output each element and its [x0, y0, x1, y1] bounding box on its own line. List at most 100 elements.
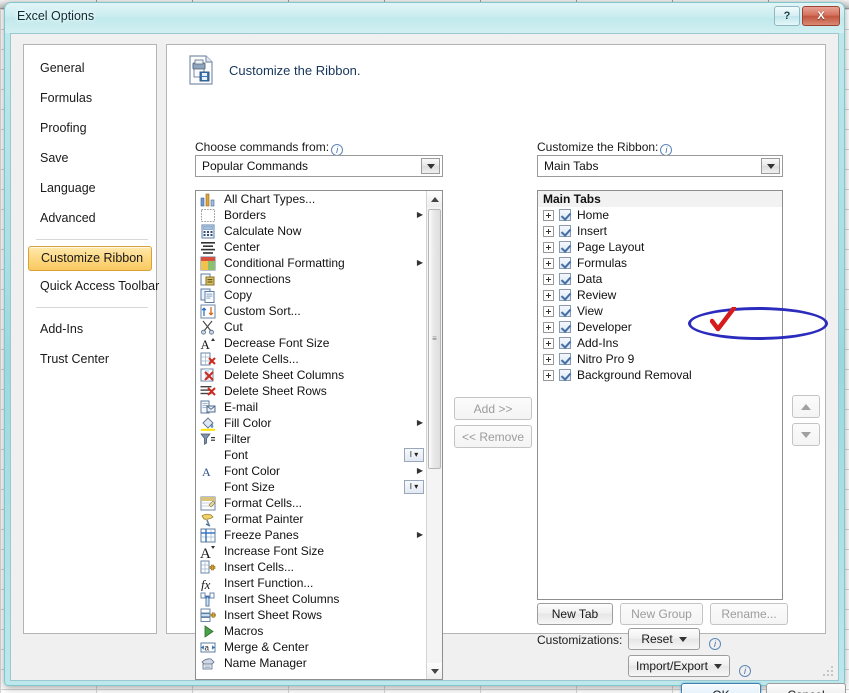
- sidebar-item-general[interactable]: General: [24, 53, 156, 83]
- main-tab-row[interactable]: View: [538, 303, 782, 319]
- scroll-up-button[interactable]: [427, 191, 442, 207]
- main-tab-row[interactable]: Data: [538, 271, 782, 287]
- ok-button[interactable]: OK: [681, 683, 761, 693]
- main-tab-checkbox[interactable]: [559, 209, 571, 221]
- command-list-item[interactable]: Delete Cells...: [196, 351, 426, 367]
- sidebar-item-save[interactable]: Save: [24, 143, 156, 173]
- main-tab-checkbox[interactable]: [559, 337, 571, 349]
- chevron-down-icon-choose-commands[interactable]: [421, 158, 440, 174]
- expand-plus-icon[interactable]: [543, 210, 554, 221]
- submenu-arrow-icon[interactable]: ▶: [414, 463, 426, 479]
- sidebar-item-quick-access-toolbar[interactable]: Quick Access Toolbar: [24, 271, 156, 301]
- command-list-item[interactable]: Filter: [196, 431, 426, 447]
- command-list-item[interactable]: aMerge & Center: [196, 639, 426, 655]
- command-list-item[interactable]: Insert Cells...: [196, 559, 426, 575]
- command-list-item[interactable]: Format Cells...: [196, 495, 426, 511]
- title-bar[interactable]: Excel Options ? X: [5, 3, 844, 33]
- command-list-item[interactable]: All Chart Types...: [196, 191, 426, 207]
- gallery-dropdown-icon[interactable]: I ▾: [404, 480, 424, 494]
- main-tab-row[interactable]: Nitro Pro 9: [538, 351, 782, 367]
- command-list-item[interactable]: AFont Color▶: [196, 463, 426, 479]
- info-icon-reset[interactable]: i: [709, 638, 721, 650]
- main-tab-row[interactable]: Page Layout: [538, 239, 782, 255]
- command-list-item[interactable]: Cut: [196, 319, 426, 335]
- move-down-button[interactable]: [792, 423, 820, 446]
- expand-plus-icon[interactable]: [543, 290, 554, 301]
- expand-plus-icon[interactable]: [543, 258, 554, 269]
- import-export-button[interactable]: Import/Export: [628, 655, 730, 677]
- main-tab-checkbox[interactable]: [559, 369, 571, 381]
- move-up-button[interactable]: [792, 395, 820, 418]
- scroll-down-button[interactable]: [427, 663, 442, 679]
- main-tab-row[interactable]: Background Removal: [538, 367, 782, 383]
- main-tab-checkbox[interactable]: [559, 305, 571, 317]
- command-list-item[interactable]: Macros: [196, 623, 426, 639]
- command-list-item[interactable]: AIncrease Font Size: [196, 543, 426, 559]
- expand-plus-icon[interactable]: [543, 274, 554, 285]
- cancel-button[interactable]: Cancel: [766, 683, 846, 693]
- help-button[interactable]: ?: [774, 6, 800, 26]
- expand-plus-icon[interactable]: [543, 322, 554, 333]
- sidebar-item-formulas[interactable]: Formulas: [24, 83, 156, 113]
- command-list-item[interactable]: FontI ▾: [196, 447, 426, 463]
- command-list-item[interactable]: Fill Color▶: [196, 415, 426, 431]
- info-icon-import-export[interactable]: i: [739, 665, 751, 677]
- main-tab-checkbox[interactable]: [559, 289, 571, 301]
- command-list-item[interactable]: Delete Sheet Rows: [196, 383, 426, 399]
- remove-button[interactable]: << Remove: [454, 425, 532, 448]
- command-list-item[interactable]: Delete Sheet Columns: [196, 367, 426, 383]
- reset-button[interactable]: Reset: [628, 628, 700, 650]
- main-tab-row[interactable]: Formulas: [538, 255, 782, 271]
- expand-plus-icon[interactable]: [543, 354, 554, 365]
- expand-plus-icon[interactable]: [543, 306, 554, 317]
- main-tab-row[interactable]: Add-Ins: [538, 335, 782, 351]
- expand-plus-icon[interactable]: [543, 338, 554, 349]
- main-tab-checkbox[interactable]: [559, 273, 571, 285]
- rename-button[interactable]: Rename...: [710, 603, 788, 625]
- resize-grip[interactable]: [823, 666, 835, 678]
- main-tab-checkbox[interactable]: [559, 241, 571, 253]
- expand-plus-icon[interactable]: [543, 226, 554, 237]
- command-list-item[interactable]: Insert Sheet Rows: [196, 607, 426, 623]
- sidebar-item-add-ins[interactable]: Add-Ins: [24, 314, 156, 344]
- main-tab-row[interactable]: Review: [538, 287, 782, 303]
- main-tab-checkbox[interactable]: [559, 257, 571, 269]
- command-list-item[interactable]: Calculate Now: [196, 223, 426, 239]
- command-list-item[interactable]: Connections: [196, 271, 426, 287]
- submenu-arrow-icon[interactable]: ▶: [414, 415, 426, 431]
- submenu-arrow-icon[interactable]: ▶: [414, 255, 426, 271]
- expand-plus-icon[interactable]: [543, 242, 554, 253]
- command-list-item[interactable]: Custom Sort...: [196, 303, 426, 319]
- sidebar-item-language[interactable]: Language: [24, 173, 156, 203]
- gallery-dropdown-icon[interactable]: I ▾: [404, 448, 424, 462]
- add-button[interactable]: Add >>: [454, 397, 532, 420]
- commands-list-scrollbar[interactable]: ≡: [426, 191, 442, 679]
- submenu-arrow-icon[interactable]: ▶: [414, 527, 426, 543]
- sidebar-item-trust-center[interactable]: Trust Center: [24, 344, 156, 374]
- main-tab-row[interactable]: Home: [538, 207, 782, 223]
- sidebar-item-proofing[interactable]: Proofing: [24, 113, 156, 143]
- new-group-button[interactable]: New Group: [620, 603, 703, 625]
- command-list-item[interactable]: Format Painter: [196, 511, 426, 527]
- main-tab-row[interactable]: Insert: [538, 223, 782, 239]
- command-list-item[interactable]: Name Manager: [196, 655, 426, 671]
- new-tab-button[interactable]: New Tab: [537, 603, 613, 625]
- command-list-item[interactable]: Freeze Panes▶: [196, 527, 426, 543]
- command-list-item[interactable]: ADecrease Font Size: [196, 335, 426, 351]
- close-button[interactable]: X: [802, 6, 840, 26]
- main-tab-checkbox[interactable]: [559, 321, 571, 333]
- main-tabs-treeview[interactable]: Main Tabs HomeInsertPage LayoutFormulasD…: [537, 190, 783, 600]
- command-list-item[interactable]: Center: [196, 239, 426, 255]
- command-list-item[interactable]: Borders▶: [196, 207, 426, 223]
- command-list-item[interactable]: Font SizeI ▾: [196, 479, 426, 495]
- command-list-item[interactable]: E-mail: [196, 399, 426, 415]
- command-list-item[interactable]: Conditional Formatting▶: [196, 255, 426, 271]
- scrollbar-thumb[interactable]: ≡: [428, 209, 441, 469]
- chevron-down-icon-customize-ribbon[interactable]: [761, 158, 780, 174]
- choose-commands-from-dropdown[interactable]: Popular Commands: [195, 155, 443, 177]
- sidebar-item-advanced[interactable]: Advanced: [24, 203, 156, 233]
- main-tab-checkbox[interactable]: [559, 225, 571, 237]
- expand-plus-icon[interactable]: [543, 370, 554, 381]
- command-list-item[interactable]: Insert Sheet Columns: [196, 591, 426, 607]
- command-list-item[interactable]: fxInsert Function...: [196, 575, 426, 591]
